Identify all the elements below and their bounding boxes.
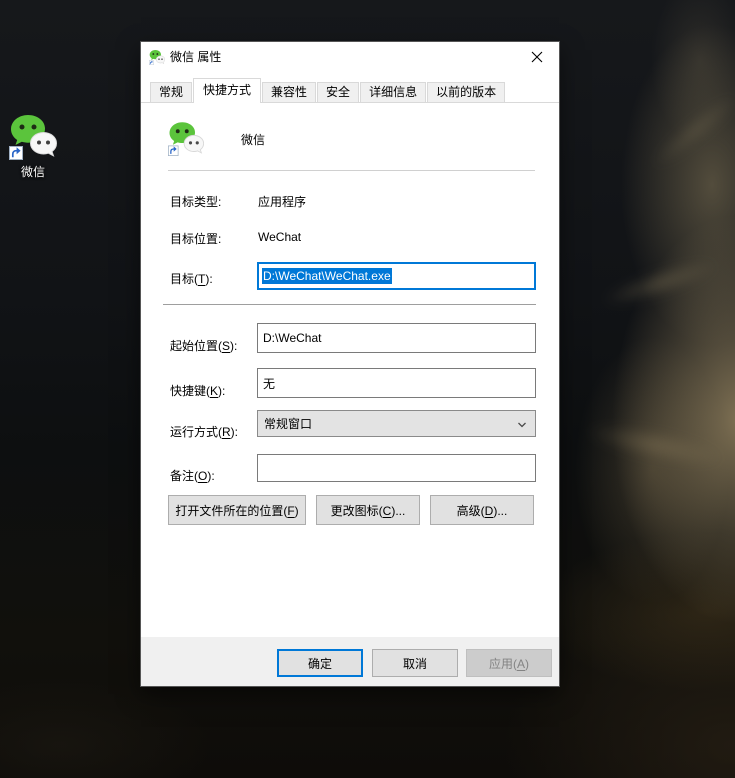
run-mode-label: 运行方式(R): — [170, 425, 239, 439]
wechat-shortcut-icon-small — [149, 49, 166, 68]
target-input[interactable]: D:\WeChat\WeChat.exe — [257, 262, 536, 290]
close-icon — [531, 51, 542, 63]
change-icon-button[interactable]: 更改图标(C)... — [316, 495, 420, 525]
wechat-shortcut-icon-large — [168, 120, 205, 159]
target-label: 目标(T): — [170, 272, 213, 286]
desktop-icon-label: 微信 — [20, 165, 45, 179]
tab-details[interactable]: 详细信息 — [360, 82, 427, 103]
chevron-down-icon — [516, 419, 528, 434]
tab-previous-versions[interactable]: 以前的版本 — [427, 82, 506, 103]
tab-strip: 常规 快捷方式 兼容性 安全 详细信息 以前的版本 — [150, 78, 506, 103]
properties-dialog: 微信 属性 常规 快捷方式 兼容性 安全 详细信息 以前的版本 微信 目标类型:… — [141, 42, 559, 686]
start-in-label: 起始位置(S): — [170, 339, 238, 353]
run-mode-select[interactable]: 常规窗口 — [257, 410, 536, 437]
advanced-button[interactable]: 高级(D)... — [430, 495, 534, 525]
wechat-shortcut-icon — [4, 112, 62, 160]
selected-text: D:\WeChat\WeChat.exe — [262, 268, 392, 284]
close-button[interactable] — [514, 42, 559, 72]
comment-input[interactable] — [257, 454, 536, 482]
target-type-label: 目标类型: — [170, 195, 222, 209]
apply-button[interactable]: 应用(A) — [466, 649, 552, 677]
cancel-button[interactable]: 取消 — [372, 649, 458, 677]
tab-general[interactable]: 常规 — [150, 82, 193, 103]
target-location-value: WeChat — [258, 230, 302, 244]
comment-label: 备注(O): — [170, 469, 215, 483]
separator — [168, 170, 535, 171]
shortcut-app-name: 微信 — [241, 133, 266, 147]
window-title: 微信 属性 — [170, 50, 222, 64]
tab-security[interactable]: 安全 — [317, 82, 360, 103]
title-bar[interactable]: 微信 属性 — [141, 42, 559, 72]
target-type-value: 应用程序 — [258, 195, 307, 209]
separator — [163, 304, 536, 305]
target-location-label: 目标位置: — [170, 232, 222, 246]
open-file-location-button[interactable]: 打开文件所在的位置(F) — [168, 495, 306, 525]
desktop-icon-wechat[interactable]: 微信 — [4, 112, 62, 180]
ok-button[interactable]: 确定 — [277, 649, 363, 677]
dialog-footer: 确定 取消 应用(A) — [141, 637, 559, 686]
tab-shortcut[interactable]: 快捷方式 — [193, 78, 262, 103]
shortcut-key-input[interactable]: 无 — [257, 368, 536, 398]
start-in-input[interactable]: D:\WeChat — [257, 323, 536, 353]
shortcut-key-label: 快捷键(K): — [170, 384, 226, 398]
run-mode-value: 常规窗口 — [264, 417, 313, 431]
tab-compatibility[interactable]: 兼容性 — [262, 82, 317, 103]
